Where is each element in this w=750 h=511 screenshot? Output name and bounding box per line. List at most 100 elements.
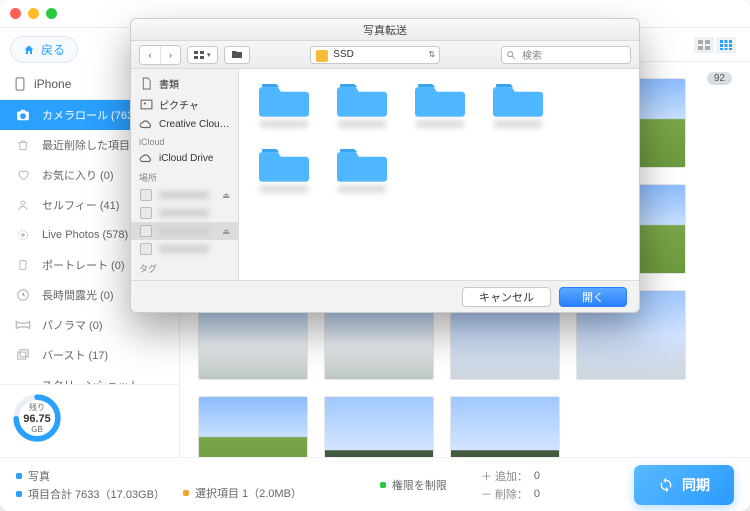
status-title: 写真: [28, 468, 50, 484]
drive-label: [159, 227, 209, 235]
sidebar-item-label: カメラロール (7633): [42, 107, 143, 123]
selfie-icon: [14, 197, 32, 213]
grid-small-icon: [720, 40, 732, 50]
sidebar-item-label: セルフィー (41): [42, 197, 119, 213]
status-selection: 選択項目 1（2.0MB）: [195, 485, 302, 501]
sidebar-label: Creative Clou…: [159, 119, 230, 130]
folder-icon: [337, 79, 387, 117]
folder-item[interactable]: [253, 144, 315, 193]
legend-dot-total: [16, 491, 22, 497]
sync-button[interactable]: 同期: [634, 465, 734, 505]
sync-icon: [658, 477, 674, 493]
phone-icon: [14, 77, 26, 91]
sidebar-heading-icloud: iCloud: [131, 133, 238, 149]
storage-amount: 96.75: [23, 413, 51, 425]
cloud-icon: [139, 118, 153, 130]
finder-sidebar: 書類ピクチャCreative Clou…iCloudiCloud Drive場所…: [131, 69, 239, 280]
folder-item[interactable]: [253, 79, 315, 128]
sidebar-label: 書類: [159, 76, 179, 91]
folder-label: [416, 120, 464, 128]
cancel-button[interactable]: キャンセル: [462, 287, 551, 307]
live-icon: [14, 227, 32, 243]
favorite-item-2[interactable]: Creative Clou…: [131, 115, 238, 133]
search-icon: [506, 50, 516, 60]
finder-file-area[interactable]: [239, 69, 639, 280]
location-item-2[interactable]: ⏏: [131, 222, 238, 240]
hdd-icon: [139, 243, 153, 255]
folder-item[interactable]: [487, 79, 549, 128]
legend-dot-perm: [380, 482, 386, 488]
view-mode-button[interactable]: ▾: [187, 46, 218, 64]
del-label: － 削除：: [481, 486, 528, 502]
search-input[interactable]: 検索: [501, 46, 631, 64]
pano-icon: [14, 317, 32, 333]
favorite-item-1[interactable]: ピクチャ: [131, 94, 238, 115]
sidebar-item-label: Live Photos (578): [42, 229, 128, 241]
sidebar-heading-tags: タグ: [131, 258, 238, 277]
photo-thumbnail[interactable]: [450, 396, 560, 457]
folder-item[interactable]: [331, 144, 393, 193]
folder-label: [260, 120, 308, 128]
longexp-icon: [14, 287, 32, 303]
trash-icon: [14, 137, 32, 153]
sidebar-label: iCloud Drive: [159, 153, 213, 164]
sidebar-item-burst[interactable]: バースト (17): [0, 340, 179, 370]
photo-thumbnail[interactable]: [324, 396, 434, 457]
photo-thumbnail[interactable]: [198, 396, 308, 457]
sidebar-item-label: 長時間露光 (0): [42, 287, 114, 303]
dialog-title: 写真転送: [131, 19, 639, 41]
favorite-item-0[interactable]: 書類: [131, 73, 238, 94]
location-item-1[interactable]: [131, 204, 238, 222]
grid-small-view-button[interactable]: [716, 37, 736, 53]
status-total: 項目合計 7633（17.03GB）: [28, 486, 165, 502]
folder-label: [494, 120, 542, 128]
close-icon[interactable]: [10, 8, 21, 19]
sidebar-item-pano[interactable]: パノラマ (0): [0, 310, 179, 340]
cloud-icon: [139, 152, 153, 164]
location-item-0[interactable]: ⏏: [131, 186, 238, 204]
sidebar-label: ピクチャ: [159, 97, 199, 112]
storage-label-top: 残り: [29, 402, 45, 413]
sidebar-item-screenshot[interactable]: スクリーンショット (295): [0, 370, 179, 384]
forward-nav-button[interactable]: ›: [160, 46, 180, 64]
drive-label: [159, 245, 209, 253]
grid-large-icon: [698, 40, 710, 50]
view-toggle: [694, 37, 736, 53]
storage-gauge: 残り 96.75 GB: [12, 393, 62, 443]
zoom-icon[interactable]: [46, 8, 57, 19]
storage-footer: 残り 96.75 GB: [0, 384, 179, 457]
folder-icon: [231, 50, 243, 59]
sidebar-item-label: バースト (17): [42, 347, 108, 363]
grid-large-view-button[interactable]: [694, 37, 714, 53]
folder-item[interactable]: [409, 79, 471, 128]
back-nav-button[interactable]: ‹: [140, 46, 160, 64]
eject-icon[interactable]: ⏏: [222, 227, 230, 236]
path-dropdown[interactable]: SSD: [310, 46, 440, 64]
back-button[interactable]: 戻る: [10, 36, 78, 63]
add-count: 0: [534, 470, 540, 482]
camera-icon: [14, 107, 32, 123]
search-placeholder: 検索: [522, 47, 542, 62]
hdd-icon: [139, 189, 153, 201]
path-label: SSD: [333, 49, 354, 60]
group-button[interactable]: [224, 46, 250, 64]
icloud-item-0[interactable]: iCloud Drive: [131, 149, 238, 167]
back-label: 戻る: [41, 41, 65, 58]
location-item-3[interactable]: [131, 240, 238, 258]
folder-icon: [415, 79, 465, 117]
burst-icon: [14, 347, 32, 363]
drive-label: [159, 191, 209, 199]
folder-icon: [337, 144, 387, 182]
home-icon: [23, 44, 35, 56]
minimize-icon[interactable]: [28, 8, 39, 19]
del-count: 0: [534, 488, 540, 500]
eject-icon[interactable]: ⏏: [222, 191, 230, 200]
folder-label: [338, 120, 386, 128]
heart-icon: [14, 167, 32, 183]
folder-item[interactable]: [331, 79, 393, 128]
status-permission: 権限を制限: [392, 477, 447, 493]
open-button[interactable]: 開く: [559, 287, 627, 307]
sidebar-item-label: ポートレート (0): [42, 257, 125, 273]
folder-icon: [259, 79, 309, 117]
nav-arrows: ‹ ›: [139, 45, 181, 65]
